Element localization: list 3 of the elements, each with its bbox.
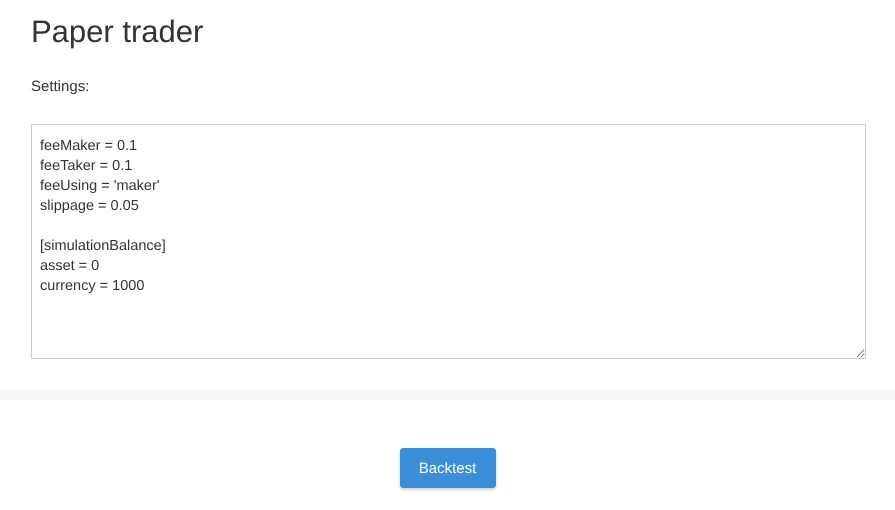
settings-label: Settings:: [31, 78, 90, 96]
settings-field[interactable]: feeMaker = 0.1 feeTaker = 0.1 feeUsing = 'maker' slippage = 0.05 [simulationBalance] asset = 0 currency = 1000: [31, 124, 866, 359]
page-title: Paper trader: [31, 14, 204, 50]
